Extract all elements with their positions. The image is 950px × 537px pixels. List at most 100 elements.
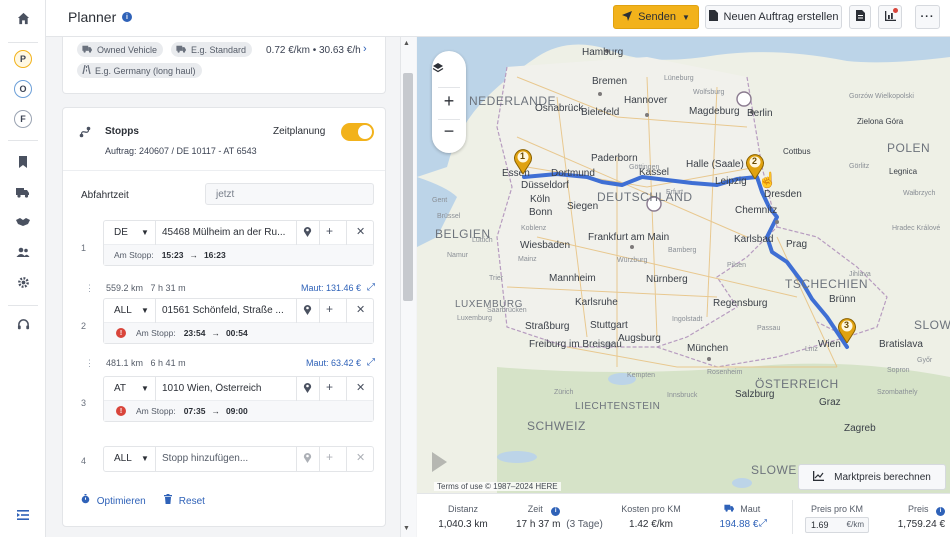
add-icon[interactable]: + — [326, 380, 333, 394]
divider — [155, 447, 156, 471]
tag-owned-vehicle[interactable]: Owned Vehicle — [77, 42, 164, 57]
map-label-country: POLEN — [887, 141, 931, 155]
tag-label: E.g. Standard — [191, 44, 247, 55]
rail-badge-o[interactable]: O — [14, 80, 32, 98]
warning-icon[interactable]: ! — [116, 406, 126, 416]
map-label-city: Dresden — [764, 189, 802, 200]
add-icon[interactable]: + — [326, 302, 333, 316]
location-pin-icon[interactable] — [303, 304, 312, 318]
rail-badge-f[interactable]: F — [14, 110, 32, 128]
more-options-button[interactable]: ··· — [915, 5, 940, 29]
vehicle-card[interactable]: Owned Vehicle E.g. Standard E.g. Germany… — [62, 37, 386, 94]
location-pin-icon[interactable] — [303, 382, 312, 396]
preis-value: 1,759.24 € — [897, 519, 945, 530]
bookmark-icon[interactable] — [13, 152, 33, 172]
route-map[interactable]: NEDERLANDE DEUTSCHLAND BELGIEN LUXEMBURG… — [417, 37, 950, 493]
market-price-button[interactable]: Marktpreis berechnen — [798, 464, 946, 490]
home-icon[interactable] — [13, 8, 33, 28]
divider — [346, 299, 347, 323]
truck-icon — [176, 45, 187, 55]
new-order-label: Neuen Auftrag erstellen — [723, 11, 839, 23]
zoom-out-button[interactable]: − — [432, 121, 466, 142]
gear-icon[interactable] — [13, 272, 33, 292]
add-icon[interactable]: + — [326, 224, 333, 238]
toll-marker[interactable] — [736, 91, 752, 107]
map-label-city: Kempten — [627, 372, 656, 379]
pdf-export-button[interactable] — [849, 5, 871, 29]
abfahrtzeit-input[interactable]: jetzt — [205, 183, 374, 205]
address-input[interactable]: 1010 Wien, Österreich — [162, 383, 292, 394]
location-pin-icon[interactable] — [303, 226, 312, 240]
scroll-up-arrow[interactable]: ▲ — [403, 40, 410, 47]
route-summary: Distanz 1,040.3 km Zeit i 17 h 37 m (3 T… — [417, 493, 950, 537]
zeit-days: (3 Tage) — [566, 519, 603, 530]
close-icon[interactable]: ✕ — [356, 381, 365, 394]
new-order-button[interactable]: Neuen Auftrag erstellen — [705, 5, 842, 29]
handshake-icon[interactable] — [13, 212, 33, 232]
reset-button[interactable]: Reset — [164, 494, 205, 507]
warning-icon[interactable]: ! — [116, 328, 126, 338]
route-pin-3[interactable]: 3 — [837, 317, 857, 343]
close-icon[interactable]: ✕ — [356, 451, 365, 464]
optimize-label: Optimieren — [96, 496, 146, 507]
zeitplanung-toggle[interactable] — [341, 123, 374, 141]
leg-maut[interactable]: Maut: 131.46 € — [301, 283, 361, 293]
truck-icon — [82, 45, 93, 55]
country-select[interactable]: AT — [114, 383, 126, 394]
truck-icon — [724, 504, 738, 514]
truck-icon[interactable] — [13, 182, 33, 202]
map-label-city: Bonn — [529, 207, 553, 218]
stopps-card: Stopps Auftrag: 240607 / DE 10117 - AT 6… — [62, 107, 386, 527]
support-headset-icon[interactable] — [13, 315, 33, 335]
add-stop-input[interactable]: Stopp hinzufügen... — [162, 453, 292, 464]
close-icon[interactable]: ✕ — [356, 303, 365, 316]
pin-number: 3 — [844, 320, 850, 330]
trash-icon — [164, 494, 175, 507]
expand-icon[interactable]: ⤢ — [367, 357, 375, 368]
caret-down-icon[interactable]: ▼ — [141, 228, 149, 237]
map-label-city: Paderborn — [591, 153, 638, 164]
location-pin-icon[interactable] — [303, 452, 312, 466]
users-icon[interactable] — [13, 242, 33, 262]
zoom-in-button[interactable]: + — [432, 91, 466, 112]
send-button[interactable]: Senden ▼ — [613, 5, 699, 29]
country-select[interactable]: DE — [114, 227, 128, 238]
country-select[interactable]: ALL — [114, 453, 132, 464]
mouse-pointer-icon: ☝ — [758, 172, 777, 189]
optimize-button[interactable]: Optimieren — [81, 494, 146, 507]
add-icon[interactable]: + — [326, 450, 333, 464]
expand-icon[interactable]: ⤢ — [367, 282, 375, 293]
map-copyright[interactable]: Terms of use © 1987–2024 HERE — [434, 482, 561, 491]
leg-dots: ⋮ — [85, 358, 94, 368]
info-icon[interactable]: i — [122, 12, 132, 22]
stop-item: ALL ▼ 01561 Schönfeld, Straße ... + ✕ ! … — [103, 298, 374, 344]
tag-standard[interactable]: E.g. Standard — [171, 42, 253, 57]
country-select[interactable]: ALL — [114, 305, 132, 316]
address-input[interactable]: 01561 Schönfeld, Straße ... — [162, 305, 292, 316]
close-icon[interactable]: ✕ — [356, 225, 365, 238]
chevron-right-icon[interactable]: › — [363, 43, 367, 55]
preis-km-input[interactable]: 1.69 €/km — [805, 517, 869, 533]
analytics-button[interactable] — [878, 5, 902, 29]
info-icon[interactable]: i — [936, 507, 945, 516]
rail-badge-p[interactable]: P — [14, 50, 32, 68]
document-icon — [855, 10, 865, 24]
caret-down-icon[interactable]: ▼ — [141, 454, 149, 463]
info-icon[interactable]: i — [551, 507, 561, 516]
depart-time: 09:00 — [225, 406, 248, 416]
map-label-country: SLOWE — [751, 463, 797, 477]
expand-icon[interactable]: ⤢ — [759, 518, 767, 529]
scroll-down-arrow[interactable]: ▼ — [403, 525, 410, 532]
map-label-city: Halle (Saale) — [686, 159, 744, 170]
collapse-menu-icon[interactable] — [13, 505, 33, 525]
address-input[interactable]: 45468 Mülheim an der Ru... — [162, 227, 292, 238]
scrollbar-thumb[interactable] — [403, 73, 413, 301]
zeitplanung-label: Zeitplanung — [273, 126, 326, 137]
map-label-city: Prag — [786, 239, 808, 250]
route-pin-1[interactable]: 1 — [513, 148, 533, 174]
tag-region[interactable]: E.g. Germany (long haul) — [77, 63, 202, 78]
leg-maut[interactable]: Maut: 63.42 € — [306, 358, 361, 368]
caret-down-icon[interactable]: ▼ — [141, 384, 149, 393]
divider — [438, 119, 460, 120]
caret-down-icon[interactable]: ▼ — [141, 306, 149, 315]
